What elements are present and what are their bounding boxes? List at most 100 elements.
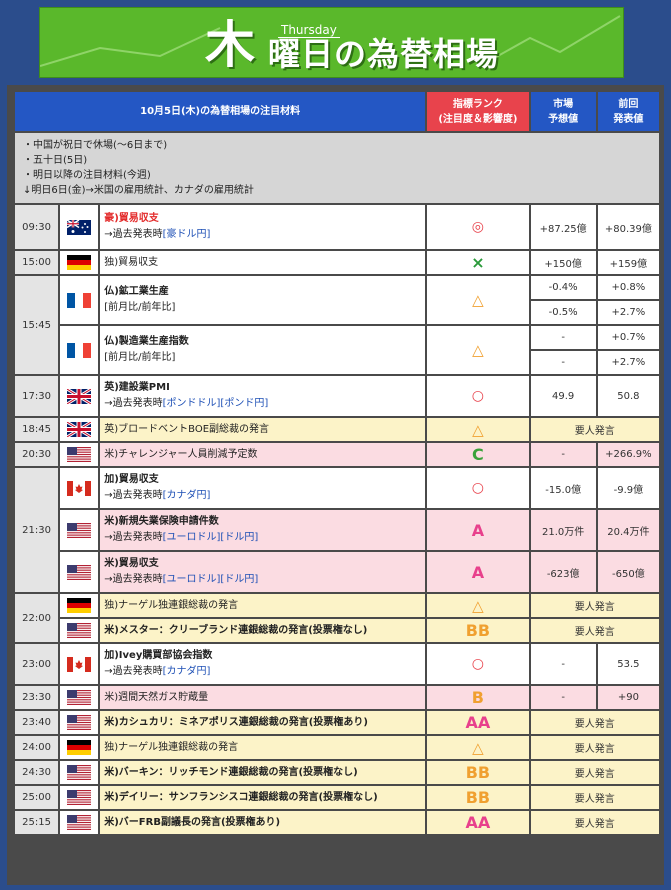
forecast-cell: +87.25億 bbox=[530, 205, 596, 249]
pair-links[interactable]: [ポンドドル][ポンド円] bbox=[163, 398, 269, 409]
previous-cell: +0.8% bbox=[597, 276, 659, 299]
notes-row: ・中国が祝日で休場(〜6日まで) ・五十日(5日) ・明日以降の注目材料(今週)… bbox=[15, 133, 659, 203]
france-flag-icon bbox=[60, 326, 99, 374]
germany-flag-icon bbox=[60, 594, 99, 617]
event-sub: [前月比/前年比] bbox=[104, 352, 176, 363]
us-flag-icon bbox=[60, 552, 99, 592]
event-cell: 英)建設業PMI →過去発表時[ポンドドル][ポンド円] bbox=[100, 376, 426, 416]
event-name: 加)Ivey購買部協会指数 bbox=[104, 650, 213, 661]
flag-shape bbox=[67, 522, 92, 538]
banner-title: 曜日の為替相場 bbox=[268, 35, 500, 73]
australia-flag-icon bbox=[60, 205, 99, 249]
prev-pub-label: →過去発表時 bbox=[104, 574, 163, 585]
rank-cell: AA bbox=[427, 711, 529, 734]
event-cell: 米)バーキン：リッチモンド連銀総裁の発言(投票権なし) bbox=[100, 761, 426, 784]
event-cell: 米)週間天然ガス貯蔵量 bbox=[100, 686, 426, 709]
prev-pub-label: →過去発表時 bbox=[104, 490, 163, 501]
forecast-cell: -0.5% bbox=[530, 301, 596, 324]
event-cell: 米)デイリー：サンフランシスコ連銀総裁の発言(投票権なし) bbox=[100, 786, 426, 809]
forecast-cell: 21.0万件 bbox=[530, 510, 596, 550]
notes-cell: ・中国が祝日で休場(〜6日まで) ・五十日(5日) ・明日以降の注目材料(今週)… bbox=[15, 133, 659, 203]
flag-shape bbox=[67, 480, 92, 496]
table-row: 25:00 米)デイリー：サンフランシスコ連銀総裁の発言(投票権なし) BB 要… bbox=[15, 786, 659, 809]
time-cell: 24:30 bbox=[15, 761, 59, 784]
banner-day-kanji: 木 bbox=[205, 16, 255, 74]
header-forecast-sub: 予想値 bbox=[548, 113, 579, 125]
us-flag-icon bbox=[60, 811, 99, 834]
forecast-cell: - bbox=[530, 326, 596, 349]
flag-shape bbox=[67, 219, 92, 235]
header-rank: 指標ランク (注目度＆影響度) bbox=[427, 92, 529, 131]
pair-links[interactable]: [豪ドル円] bbox=[163, 229, 211, 240]
flag-shape bbox=[67, 656, 92, 672]
speech-cell: 要人発言 bbox=[530, 619, 659, 642]
event-cell: 米)バーFRB副議長の発言(投票権あり) bbox=[100, 811, 426, 834]
event-name: 豪)貿易収支 bbox=[104, 213, 159, 224]
flag-shape bbox=[67, 690, 92, 705]
rank-cell: △ bbox=[427, 594, 529, 617]
time-cell: 25:00 bbox=[15, 786, 59, 809]
table-row: 15:00 独)貿易収支 × +150億 +159億 bbox=[15, 251, 659, 274]
time-cell: 23:40 bbox=[15, 711, 59, 734]
speech-cell: 要人発言 bbox=[530, 711, 659, 734]
time-cell: 20:30 bbox=[15, 443, 59, 466]
us-flag-icon bbox=[60, 686, 99, 709]
previous-cell: +2.7% bbox=[597, 351, 659, 374]
table-row: 25:15 米)バーFRB副議長の発言(投票権あり) AA 要人発言 bbox=[15, 811, 659, 834]
speech-cell: 要人発言 bbox=[530, 736, 659, 759]
schedule-table: 10月5日(木)の為替相場の注目材料 指標ランク (注目度＆影響度) 市場 予想値 … bbox=[13, 90, 661, 836]
table-row: 20:30 米)チャレンジャー人員削減予定数 C - +266.9% bbox=[15, 443, 659, 466]
title-banner: 木 Thursday 曜日の為替相場 bbox=[39, 7, 624, 78]
flag-shape bbox=[67, 598, 92, 613]
germany-flag-icon bbox=[60, 736, 99, 759]
us-flag-icon bbox=[60, 761, 99, 784]
header-rank-label: 指標ランク bbox=[452, 98, 503, 110]
us-flag-icon bbox=[60, 711, 99, 734]
flag-shape bbox=[67, 342, 92, 358]
table-row: 24:30 米)バーキン：リッチモンド連銀総裁の発言(投票権なし) BB 要人発… bbox=[15, 761, 659, 784]
table-row: 23:30 米)週間天然ガス貯蔵量 B - +90 bbox=[15, 686, 659, 709]
canada-flag-icon bbox=[60, 644, 99, 684]
previous-cell: +2.7% bbox=[597, 301, 659, 324]
event-cell: 独)貿易収支 bbox=[100, 251, 426, 274]
header-rank-sub: (注目度＆影響度) bbox=[438, 113, 518, 125]
flag-shape bbox=[67, 255, 92, 270]
event-cell: 仏)鉱工業生産 [前月比/前年比] bbox=[100, 276, 426, 324]
table-row: 仏)製造業生産指数 [前月比/前年比] △ - +0.7% bbox=[15, 326, 659, 374]
flag-shape bbox=[67, 623, 92, 638]
time-cell: 23:30 bbox=[15, 686, 59, 709]
rank-cell: AA bbox=[427, 811, 529, 834]
flag-shape bbox=[67, 790, 92, 805]
uk-flag-icon bbox=[60, 418, 99, 441]
previous-cell: +159億 bbox=[597, 251, 659, 274]
flag-shape bbox=[67, 564, 92, 580]
table-row: 09:30 豪)貿易収支 →過去発表時[豪ドル円] ◎ +87.25億 +80.3… bbox=[15, 205, 659, 249]
time-cell: 25:15 bbox=[15, 811, 59, 834]
forecast-cell: -623億 bbox=[530, 552, 596, 592]
rank-cell: A bbox=[427, 510, 529, 550]
forecast-cell: - bbox=[530, 686, 596, 709]
event-cell: 米)カシュカリ：ミネアポリス連銀総裁の発言(投票権あり) bbox=[100, 711, 426, 734]
forecast-cell: -0.4% bbox=[530, 276, 596, 299]
pair-links[interactable]: [カナダ円] bbox=[163, 666, 211, 677]
rank-cell: BB bbox=[427, 619, 529, 642]
previous-cell: 53.5 bbox=[597, 644, 659, 684]
rank-cell: △ bbox=[427, 736, 529, 759]
table-row: 18:45 英)ブロードベントBOE副総裁の発言 △ 要人発言 bbox=[15, 418, 659, 441]
pair-links[interactable]: [ユーロドル][ドル円] bbox=[163, 532, 259, 543]
table-row: 21:30 加)貿易収支 →過去発表時[カナダ円] ○ -15.0億 -9.9億 bbox=[15, 468, 659, 592]
rank-cell: B bbox=[427, 686, 529, 709]
pair-links[interactable]: [カナダ円] bbox=[163, 490, 211, 501]
rank-cell: ○ bbox=[427, 376, 529, 416]
time-cell: 21:30 bbox=[15, 468, 59, 592]
us-flag-icon bbox=[60, 786, 99, 809]
note-line: ・五十日(5日) bbox=[23, 155, 88, 166]
time-cell: 23:00 bbox=[15, 644, 59, 684]
table-row: 17:30 英)建設業PMI →過去発表時[ポンドドル][ポンド円] ○ 49.9… bbox=[15, 376, 659, 416]
note-line: ↓明日6日(金)→米国の雇用統計、カナダの雇用統計 bbox=[23, 185, 254, 196]
pair-links[interactable]: [ユーロドル][ドル円] bbox=[163, 574, 259, 585]
speech-cell: 要人発言 bbox=[530, 811, 659, 834]
rank-cell: BB bbox=[427, 761, 529, 784]
event-cell: 米)貿易収支 →過去発表時[ユーロドル][ドル円] bbox=[100, 552, 426, 592]
forecast-cell: - bbox=[530, 351, 596, 374]
